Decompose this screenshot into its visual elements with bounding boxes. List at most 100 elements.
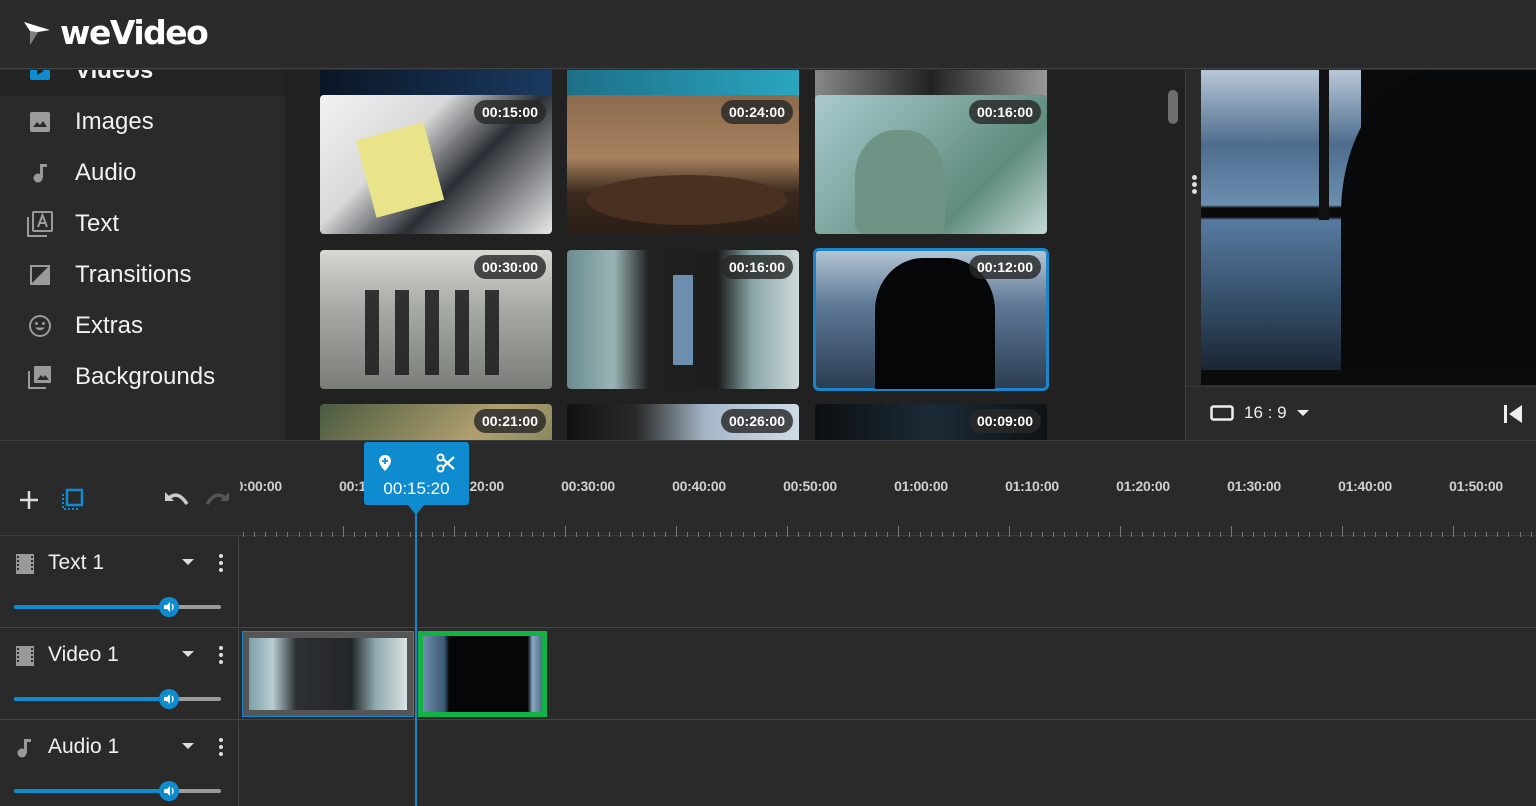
timeline-clip[interactable] <box>242 631 414 717</box>
track-video-1: Video 1 <box>0 629 1536 720</box>
media-thumbnail[interactable]: 00:21:00 <box>320 404 552 440</box>
track-header: Video 1 <box>0 629 239 719</box>
ruler-tick-label: 00:50:00 <box>783 478 837 494</box>
video-icon <box>27 70 53 84</box>
skip-to-start-icon[interactable] <box>1502 403 1524 425</box>
ruler-tick <box>1453 526 1454 537</box>
sidebar-item-videos[interactable]: Videos <box>0 70 285 96</box>
ruler-tick-label: 01:40:00 <box>1338 478 1392 494</box>
smiley-icon <box>27 313 53 339</box>
media-thumbnail[interactable]: 00:16:00 <box>815 95 1047 234</box>
ruler-tick <box>1231 526 1232 537</box>
chevron-down-icon[interactable] <box>182 559 194 565</box>
more-options-icon[interactable] <box>217 646 225 666</box>
media-thumbnail[interactable]: 00:26:00 <box>567 404 799 440</box>
sidebar-item-label: Backgrounds <box>75 362 216 390</box>
volume-knob-icon[interactable] <box>159 781 180 801</box>
track-lane[interactable] <box>240 537 1536 627</box>
media-thumbnail[interactable]: 00:09:00 <box>815 404 1047 440</box>
preview-controls: 16 : 9 <box>1186 386 1536 440</box>
playhead-tooltip[interactable]: 00:15:20 <box>364 442 469 515</box>
more-options-icon[interactable] <box>217 554 225 574</box>
track-header: Audio 1 <box>0 721 239 806</box>
music-note-icon <box>17 739 31 758</box>
aspect-ratio-selector[interactable]: 16 : 9 <box>1210 403 1309 423</box>
sidebar-item-transitions[interactable]: Transitions <box>0 249 285 300</box>
media-thumbnail[interactable]: 00:15:00 <box>320 95 552 234</box>
media-scrollbar[interactable] <box>1168 90 1178 124</box>
sidebar-item-extras[interactable]: Extras <box>0 300 285 351</box>
chevron-down-icon[interactable] <box>182 651 194 657</box>
thumbnail-image <box>365 290 505 375</box>
ruler-tick <box>1120 526 1121 537</box>
image-icon <box>27 109 53 135</box>
duration-badge: 00:15:00 <box>473 100 546 124</box>
sidebar-item-label: Videos <box>75 70 154 84</box>
thumbnail-image <box>355 122 445 218</box>
track-lane[interactable] <box>240 629 1536 719</box>
undo-icon[interactable] <box>162 490 190 508</box>
wevideo-logo[interactable]: weVideo <box>22 16 209 49</box>
video-preview[interactable] <box>1201 70 1536 385</box>
ruler-tick <box>343 526 344 537</box>
thumbnail-image <box>855 130 945 234</box>
chevron-down-icon[interactable] <box>182 743 194 749</box>
track-lane[interactable] <box>240 721 1536 806</box>
timeline-clip-selected[interactable] <box>418 631 547 717</box>
media-thumbnail[interactable]: 00:30:00 <box>320 250 552 389</box>
thumbnail-image <box>587 175 787 225</box>
clip-thumbnail <box>249 638 407 710</box>
panel-divider <box>1185 70 1186 440</box>
ruler-tick <box>676 526 677 537</box>
media-library-grid: 00:15:00 00:24:00 00:16:00 00:30:00 00:1… <box>285 70 1185 440</box>
ruler-tick-label: 01:50:00 <box>1449 478 1503 494</box>
media-thumbnail[interactable]: 00:16:00 <box>567 250 799 389</box>
panel-resize-handle[interactable] <box>1190 175 1198 197</box>
volume-knob-icon[interactable] <box>159 597 180 617</box>
add-marker-icon[interactable] <box>378 454 392 472</box>
ruler-tick <box>1342 526 1343 537</box>
thumbnail-image <box>673 275 693 365</box>
sidebar-item-images[interactable]: Images <box>0 96 285 147</box>
duration-badge: 00:26:00 <box>720 409 793 433</box>
volume-slider[interactable] <box>14 689 221 709</box>
ruler-tick <box>898 526 899 537</box>
timeline-header: 00:00:0000:10:0000:20:0000:30:0000:40:00… <box>0 440 1536 537</box>
ruler-tick <box>1009 526 1010 537</box>
volume-slider[interactable] <box>14 597 221 617</box>
sidebar-item-backgrounds[interactable]: Backgrounds <box>0 351 285 402</box>
volume-fill <box>14 697 170 701</box>
ruler-tick-label: 01:00:00 <box>894 478 948 494</box>
backgrounds-icon <box>27 364 53 390</box>
media-category-sidebar: Videos Images Audio Text Transitions Ext… <box>0 70 285 440</box>
plus-icon[interactable] <box>19 490 39 510</box>
volume-knob-icon[interactable] <box>159 689 180 709</box>
logo-mark-icon <box>24 21 50 45</box>
media-thumbnail[interactable]: 00:24:00 <box>567 95 799 234</box>
volume-slider[interactable] <box>14 781 221 801</box>
duration-badge: 00:16:00 <box>968 100 1041 124</box>
ruler-tick <box>454 526 455 537</box>
track-name: Text 1 <box>48 551 105 574</box>
playhead-line[interactable] <box>415 505 417 806</box>
ruler-tick-label: 01:20:00 <box>1116 478 1170 494</box>
volume-fill <box>14 605 170 609</box>
film-icon <box>16 554 34 574</box>
duration-badge: 00:12:00 <box>968 255 1041 279</box>
sidebar-item-audio[interactable]: Audio <box>0 147 285 198</box>
ruler-tick-label: 01:30:00 <box>1227 478 1281 494</box>
sidebar-item-text[interactable]: Text <box>0 198 285 249</box>
redo-icon[interactable] <box>204 490 232 508</box>
select-icon[interactable] <box>60 488 84 512</box>
duration-badge: 00:16:00 <box>720 255 793 279</box>
ruler-tick <box>565 526 566 537</box>
more-options-icon[interactable] <box>217 738 225 758</box>
sidebar-item-label: Images <box>75 107 154 135</box>
text-icon <box>27 210 53 237</box>
sidebar-item-label: Audio <box>75 158 137 186</box>
track-name: Audio 1 <box>48 735 120 758</box>
media-thumbnail-selected[interactable]: 00:12:00 <box>813 248 1049 391</box>
duration-badge: 00:30:00 <box>473 255 546 279</box>
duration-badge: 00:24:00 <box>720 100 793 124</box>
scissors-icon[interactable] <box>436 453 456 473</box>
